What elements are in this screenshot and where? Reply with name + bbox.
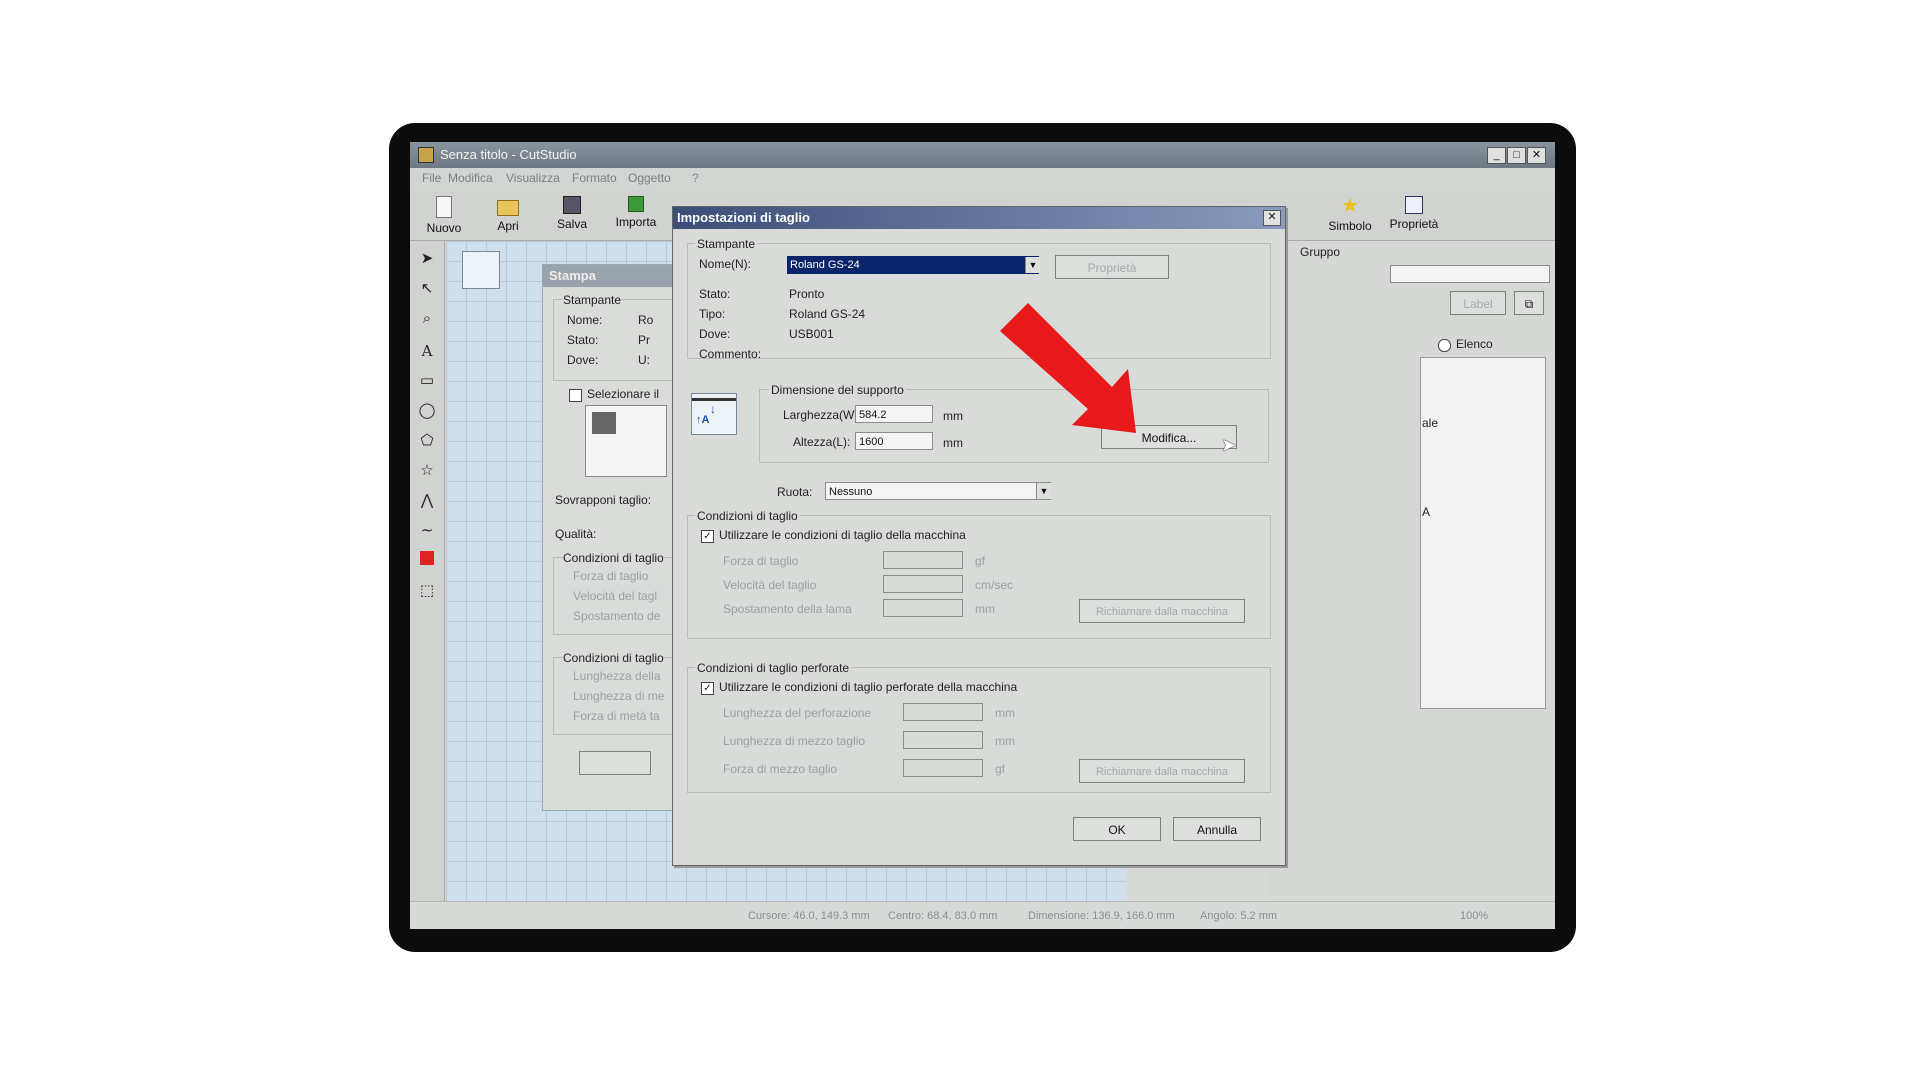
app-icon xyxy=(418,147,434,163)
cancel-button[interactable]: Annulla xyxy=(1173,817,1261,841)
menu-help[interactable]: ? xyxy=(692,171,699,185)
menu-formato[interactable]: Formato xyxy=(572,171,617,185)
cut-force-input[interactable] xyxy=(883,551,963,569)
star-tool-icon[interactable]: ☆ xyxy=(417,461,437,481)
screen: Senza titolo - CutStudio _ □ ✕ File Modi… xyxy=(410,142,1555,929)
right-panel: Gruppo Label ⧉ Elenco ale A xyxy=(1270,241,1555,901)
mouse-cursor-icon: ➤ xyxy=(1221,435,1237,455)
star-icon: ★ xyxy=(1341,195,1359,217)
perf-machine-button[interactable]: Richiamare dalla macchina xyxy=(1079,759,1245,783)
status-angle: Angolo: 5.2 mm xyxy=(1200,910,1278,922)
curve-icon[interactable]: ∼ xyxy=(417,521,437,541)
object-list[interactable] xyxy=(1420,357,1546,709)
maximize-button[interactable]: □ xyxy=(1507,147,1526,164)
cut-machine-checkbox[interactable]: ✓ xyxy=(701,530,714,543)
status-bar: Cursore: 46.0, 149.3 mm Centro: 68.4, 83… xyxy=(410,901,1555,929)
open-button[interactable]: Apri xyxy=(480,190,536,240)
import-icon xyxy=(628,196,644,212)
height-input[interactable]: 1600 xyxy=(855,432,933,450)
close-button[interactable]: ✕ xyxy=(1527,147,1546,164)
menu-file[interactable]: File xyxy=(422,171,441,185)
status-dimension: Dimensione: 136.9, 166.0 mm xyxy=(1028,910,1175,922)
cut-machine-button[interactable]: Richiamare dalla macchina xyxy=(1079,599,1245,623)
perf-machine-checkbox[interactable]: ✓ xyxy=(701,682,714,695)
node-edit-icon[interactable]: ↖ xyxy=(417,279,437,299)
width-input[interactable]: 584.2 xyxy=(855,405,933,423)
rectangle-icon[interactable]: ▭ xyxy=(417,371,437,391)
ellipse-icon[interactable]: ◯ xyxy=(417,401,437,421)
cut-offset-input[interactable] xyxy=(883,599,963,617)
printer-dropdown-arrow-icon[interactable]: ▼ xyxy=(1025,257,1040,273)
menu-visualizza[interactable]: Visualizza xyxy=(506,171,560,185)
rotate-dropdown-arrow-icon[interactable]: ▼ xyxy=(1036,483,1051,499)
group-label: Gruppo xyxy=(1300,245,1341,259)
dialog-close-icon[interactable]: ✕ xyxy=(1263,210,1281,226)
print-preview-box xyxy=(585,405,667,477)
status-cursor: Cursore: 46.0, 149.3 mm xyxy=(748,910,870,922)
cut-settings-dialog: Impostazioni di taglio ✕ Stampante Nome(… xyxy=(672,206,1286,866)
status-center: Centro: 68.4, 83.0 mm xyxy=(888,910,998,922)
import-button[interactable]: Importa xyxy=(608,190,664,240)
frame-icon[interactable]: ⬚ xyxy=(417,581,437,601)
status-zoom: 100% xyxy=(1460,910,1489,922)
window-title: Senza titolo - CutStudio xyxy=(440,147,577,162)
text-tool-icon[interactable]: A xyxy=(417,341,437,361)
ok-button[interactable]: OK xyxy=(1073,817,1161,841)
new-file-icon xyxy=(436,196,452,218)
printer-name-select[interactable]: Roland GS-24 xyxy=(787,256,1039,274)
printer-properties-button[interactable]: Proprietà xyxy=(1055,255,1169,279)
select-arrow-icon[interactable]: ➤ xyxy=(417,249,437,269)
window-titlebar: Senza titolo - CutStudio _ □ ✕ xyxy=(410,142,1555,168)
perf-force-input[interactable] xyxy=(903,759,983,777)
dialog-title: Impostazioni di taglio xyxy=(677,210,810,225)
rotate-select[interactable]: Nessuno xyxy=(825,482,1051,500)
media-icon xyxy=(462,251,500,289)
print-select-checkbox[interactable] xyxy=(569,389,582,402)
new-button[interactable]: Nuovo xyxy=(416,190,472,240)
minimize-button[interactable]: _ xyxy=(1487,147,1506,164)
properties-icon xyxy=(1405,196,1423,214)
menu-oggetto[interactable]: Oggetto xyxy=(628,171,671,185)
label-button[interactable]: Label xyxy=(1450,291,1506,315)
media-size-icon: ↓ ↑A xyxy=(691,393,737,435)
save-button[interactable]: Salva xyxy=(544,190,600,240)
red-arrow-icon xyxy=(1000,303,1136,433)
symbol-button[interactable]: ★ Simbolo xyxy=(1322,190,1378,240)
perf-length-input[interactable] xyxy=(903,703,983,721)
elenco-radio[interactable] xyxy=(1438,339,1451,352)
properties-toolbar-button[interactable]: Proprietà xyxy=(1386,190,1442,240)
perf-half-input[interactable] xyxy=(903,731,983,749)
polyline-icon[interactable]: ⋀ xyxy=(417,491,437,511)
print-dialog-button[interactable] xyxy=(579,751,651,775)
menu-bar: File Modifica Visualizza Formato Oggetto… xyxy=(410,168,1555,190)
right-panel-dropdown[interactable] xyxy=(1390,265,1550,283)
menu-modifica[interactable]: Modifica xyxy=(448,171,493,185)
elenco-label: Elenco xyxy=(1456,337,1493,351)
cut-speed-input[interactable] xyxy=(883,575,963,593)
zoom-icon[interactable]: ⌕ xyxy=(417,309,437,329)
folder-icon xyxy=(497,200,519,216)
polygon-icon[interactable]: ⬠ xyxy=(417,431,437,451)
save-icon xyxy=(563,196,581,214)
cut-settings-titlebar: Impostazioni di taglio ✕ xyxy=(673,207,1285,229)
fill-color-icon[interactable] xyxy=(420,551,434,565)
copy-icon[interactable]: ⧉ xyxy=(1514,291,1544,315)
tool-palette: ➤ ↖ ⌕ A ▭ ◯ ⬠ ☆ ⋀ ∼ ⬚ xyxy=(410,241,445,929)
